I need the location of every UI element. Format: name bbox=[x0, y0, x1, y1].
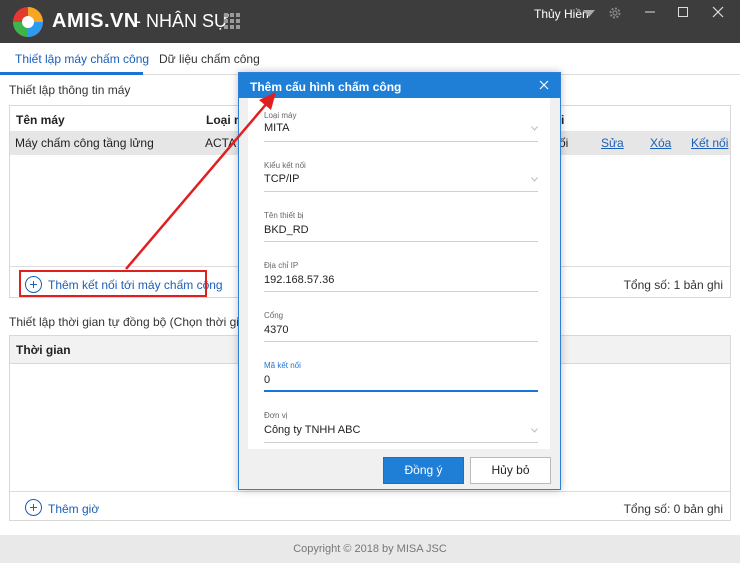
connect-link[interactable]: Kết nối bbox=[691, 136, 728, 150]
minimize-icon[interactable] bbox=[642, 4, 658, 20]
unit-label: Đơn vị bbox=[264, 411, 288, 420]
device-name-cell: Máy chấm công tầng lửng bbox=[15, 136, 154, 150]
port-label: Cổng bbox=[264, 311, 284, 320]
connection-code-label: Mã kết nối bbox=[264, 361, 301, 370]
device-total-count: Tổng số: 1 bản ghi bbox=[623, 278, 723, 292]
dialog-form: Loại máy MITA Kiểu kết nối TCP/IP Tên th… bbox=[248, 98, 550, 449]
title-bar: AMIS.VN - NHÂN SỰ Thủy Hiền bbox=[0, 0, 740, 43]
dialog-close-icon[interactable] bbox=[538, 79, 550, 91]
ip-address-label: Địa chỉ IP bbox=[264, 261, 299, 270]
close-icon[interactable] bbox=[710, 4, 726, 20]
connection-type-label: Kiểu kết nối bbox=[264, 161, 306, 170]
connection-type-select[interactable]: TCP/IP bbox=[264, 173, 524, 189]
edit-link[interactable]: Sửa bbox=[601, 136, 624, 150]
gear-icon[interactable] bbox=[608, 6, 622, 20]
tab-attendance-data[interactable]: Dữ liệu chấm công bbox=[159, 52, 260, 66]
ok-button[interactable]: Đồng ý bbox=[383, 457, 464, 484]
device-section-title: Thiết lập thông tin máy bbox=[9, 83, 131, 97]
add-circle-icon[interactable] bbox=[25, 499, 42, 516]
device-type-label: Loại máy bbox=[264, 111, 297, 120]
field-underline bbox=[264, 442, 538, 443]
user-menu-caret-icon[interactable] bbox=[583, 10, 595, 17]
sync-section-title: Thiết lập thời gian tự đồng bộ (Chọn thờ… bbox=[9, 315, 277, 329]
app-grid-icon[interactable] bbox=[224, 13, 240, 29]
field-underline bbox=[264, 341, 538, 342]
maximize-icon[interactable] bbox=[675, 4, 691, 20]
chevron-down-icon[interactable] bbox=[531, 428, 538, 433]
delete-link[interactable]: Xóa bbox=[650, 136, 671, 150]
field-underline bbox=[264, 291, 538, 292]
field-underline bbox=[264, 141, 538, 142]
connection-code-field[interactable] bbox=[264, 372, 524, 388]
field-underline-focused bbox=[264, 390, 538, 392]
chevron-down-icon[interactable] bbox=[531, 126, 538, 131]
field-underline bbox=[264, 191, 538, 192]
device-name-field[interactable] bbox=[264, 222, 524, 238]
add-time-button[interactable]: Thêm giờ bbox=[48, 502, 99, 516]
port-field[interactable] bbox=[264, 322, 524, 338]
user-name[interactable]: Thủy Hiền bbox=[534, 7, 589, 21]
field-underline bbox=[264, 241, 538, 242]
add-config-dialog: Thêm cấu hình chấm công Loại máy MITA Ki… bbox=[238, 72, 561, 490]
dialog-title: Thêm cấu hình chấm công bbox=[250, 80, 402, 94]
app-name: AMIS.VN bbox=[52, 10, 139, 32]
tab-device-settings[interactable]: Thiết lập máy chấm công bbox=[15, 52, 149, 66]
annotation-highlight-box bbox=[19, 270, 207, 297]
device-type-select[interactable]: MITA bbox=[264, 122, 524, 138]
sync-footer-divider bbox=[10, 491, 730, 492]
sync-total-count: Tổng số: 0 bản ghi bbox=[623, 502, 723, 516]
unit-select[interactable]: Công ty TNHH ABC bbox=[264, 424, 524, 440]
copyright-footer: Copyright © 2018 by MISA JSC bbox=[0, 535, 740, 563]
column-header-time[interactable]: Thời gian bbox=[16, 336, 71, 365]
amis-logo-icon bbox=[13, 7, 43, 37]
tab-bar: Thiết lập máy chấm công Dữ liệu chấm côn… bbox=[0, 43, 740, 75]
chevron-down-icon[interactable] bbox=[531, 177, 538, 182]
dialog-header: Thêm cấu hình chấm công bbox=[239, 73, 560, 98]
ip-address-field[interactable] bbox=[264, 272, 524, 288]
cancel-button[interactable]: Hủy bỏ bbox=[470, 457, 551, 484]
app-module: - NHÂN SỰ bbox=[135, 11, 230, 31]
device-name-label: Tên thiết bị bbox=[264, 211, 304, 220]
